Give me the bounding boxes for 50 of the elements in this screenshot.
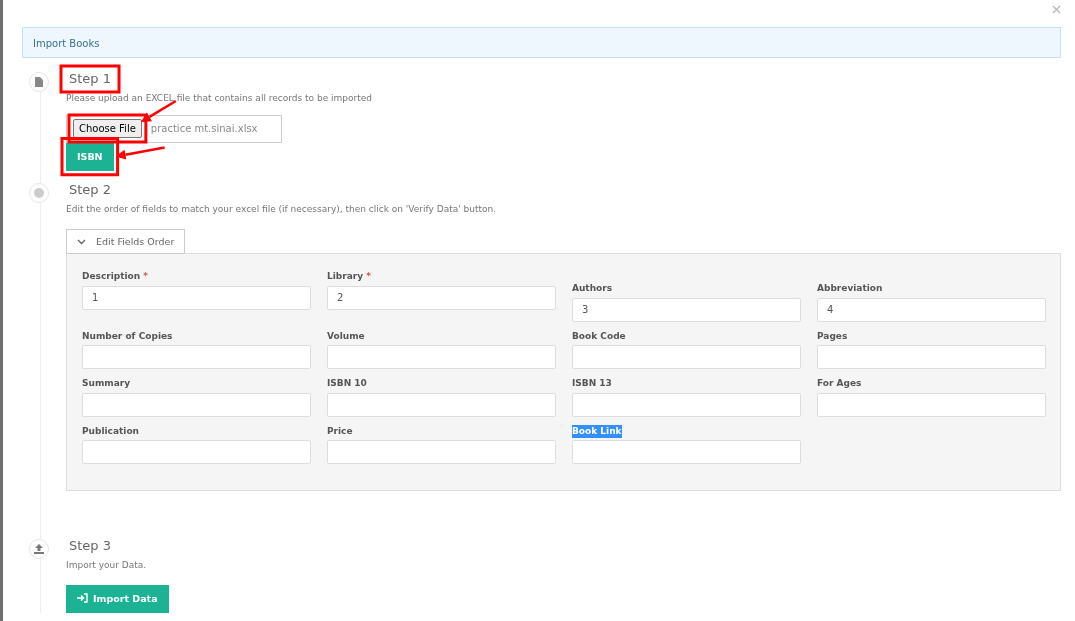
upload-icon [34, 544, 44, 555]
close-button[interactable] [1052, 4, 1061, 14]
field-label: Book Code [572, 329, 626, 343]
text-input[interactable] [327, 440, 556, 465]
field-label: Summary [82, 377, 131, 391]
step-description: Edit the order of fields to match your excel file (if necessary), then click on 'Verify Data' button. [66, 202, 498, 216]
annotation-arrow [115, 146, 165, 160]
field-label: Description * [82, 270, 149, 284]
field-label: Library * [327, 270, 371, 284]
text-input[interactable] [327, 345, 556, 370]
field-label: Publication [82, 424, 139, 438]
text-input[interactable] [327, 392, 556, 417]
text-input[interactable] [817, 345, 1046, 370]
chevron-down-icon [77, 238, 86, 245]
text-input[interactable] [82, 392, 311, 417]
text-input[interactable] [572, 392, 801, 417]
text-input[interactable]: 3 [572, 297, 801, 322]
annotation-arrow [140, 99, 177, 122]
text-input[interactable]: 2 [327, 285, 556, 310]
field-label: Authors [572, 282, 613, 296]
text-input[interactable]: 1 [82, 285, 311, 310]
field-label: ISBN 10 [327, 377, 367, 391]
field-label: Book Link [572, 424, 622, 439]
field-label: For Ages [817, 377, 862, 391]
field-label: Abbreviation [817, 282, 883, 296]
file-input[interactable]: Choose File practice mt.sinai.xlsx [66, 114, 282, 143]
step-title: Step 2 [68, 180, 112, 199]
field-label: Number of Copies [82, 329, 173, 343]
field-label: ISBN 13 [572, 377, 612, 391]
edit-fields-order-toggle[interactable]: Edit Fields Order [66, 229, 186, 255]
text-input[interactable] [82, 440, 311, 465]
text-input[interactable]: 4 [817, 297, 1046, 322]
import-books-header: Import Books [22, 27, 1061, 58]
step-description: Please upload an EXCEL file that contains all records to be imported [66, 92, 373, 105]
step-title: Step 3 [68, 537, 112, 556]
close-icon [1052, 4, 1061, 14]
highlight-frame [60, 137, 120, 177]
highlight-frame [59, 64, 121, 94]
field-label: Volume [327, 329, 365, 343]
excel-file-icon [35, 77, 43, 87]
text-input[interactable] [572, 440, 801, 465]
field-label: Pages [817, 329, 848, 343]
text-input[interactable] [82, 345, 311, 370]
field-label: Price [327, 424, 353, 438]
dot-icon [34, 187, 44, 198]
sign-in-icon [77, 592, 88, 603]
step-title: Step 1 [68, 70, 112, 88]
text-input[interactable] [817, 392, 1046, 417]
step-description: Import your Data. [66, 559, 148, 573]
text-input[interactable] [572, 345, 801, 370]
